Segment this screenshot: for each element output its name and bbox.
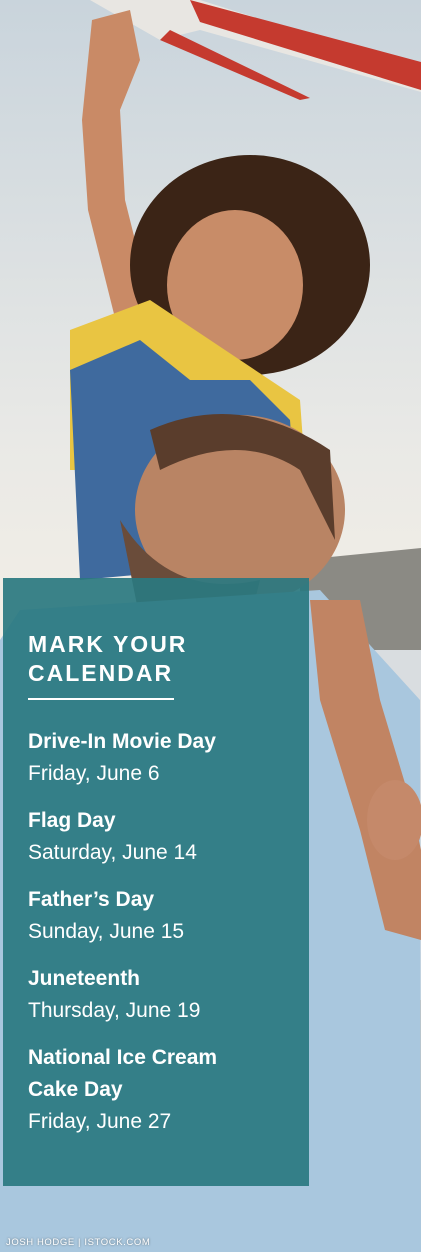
- event-date: Saturday, June 14: [28, 841, 197, 864]
- calendar-event: Flag Day Saturday, June 14: [28, 805, 309, 869]
- calendar-heading-line2: CALENDAR: [28, 660, 174, 686]
- photo-credit: JOSH HODGE | ISTOCK.COM: [6, 1237, 151, 1248]
- event-name: National Ice Cream Cake Day: [28, 1046, 218, 1101]
- calendar-event: National Ice Cream Cake Day Friday, June…: [28, 1042, 309, 1138]
- event-name: Father’s Day: [28, 888, 155, 911]
- event-date: Friday, June 6: [28, 762, 160, 785]
- calendar-event: Drive-In Movie Day Friday, June 6: [28, 726, 309, 790]
- calendar-heading: MARK YOUR CALENDAR: [28, 630, 309, 688]
- event-date: Sunday, June 15: [28, 920, 185, 943]
- calendar-event: Father’s Day Sunday, June 15: [28, 884, 309, 948]
- event-date: Friday, June 27: [28, 1110, 172, 1133]
- event-name: Juneteenth: [28, 967, 141, 990]
- calendar-event: Juneteenth Thursday, June 19: [28, 963, 309, 1027]
- event-date: Thursday, June 19: [28, 999, 201, 1022]
- heading-underline: [28, 698, 174, 700]
- mark-your-calendar-panel: MARK YOUR CALENDAR Drive-In Movie Day Fr…: [3, 578, 309, 1186]
- calendar-heading-line1: MARK YOUR: [28, 631, 188, 657]
- page: MARK YOUR CALENDAR Drive-In Movie Day Fr…: [0, 0, 421, 1252]
- event-name: Flag Day: [28, 809, 116, 832]
- event-name: Drive-In Movie Day: [28, 730, 216, 753]
